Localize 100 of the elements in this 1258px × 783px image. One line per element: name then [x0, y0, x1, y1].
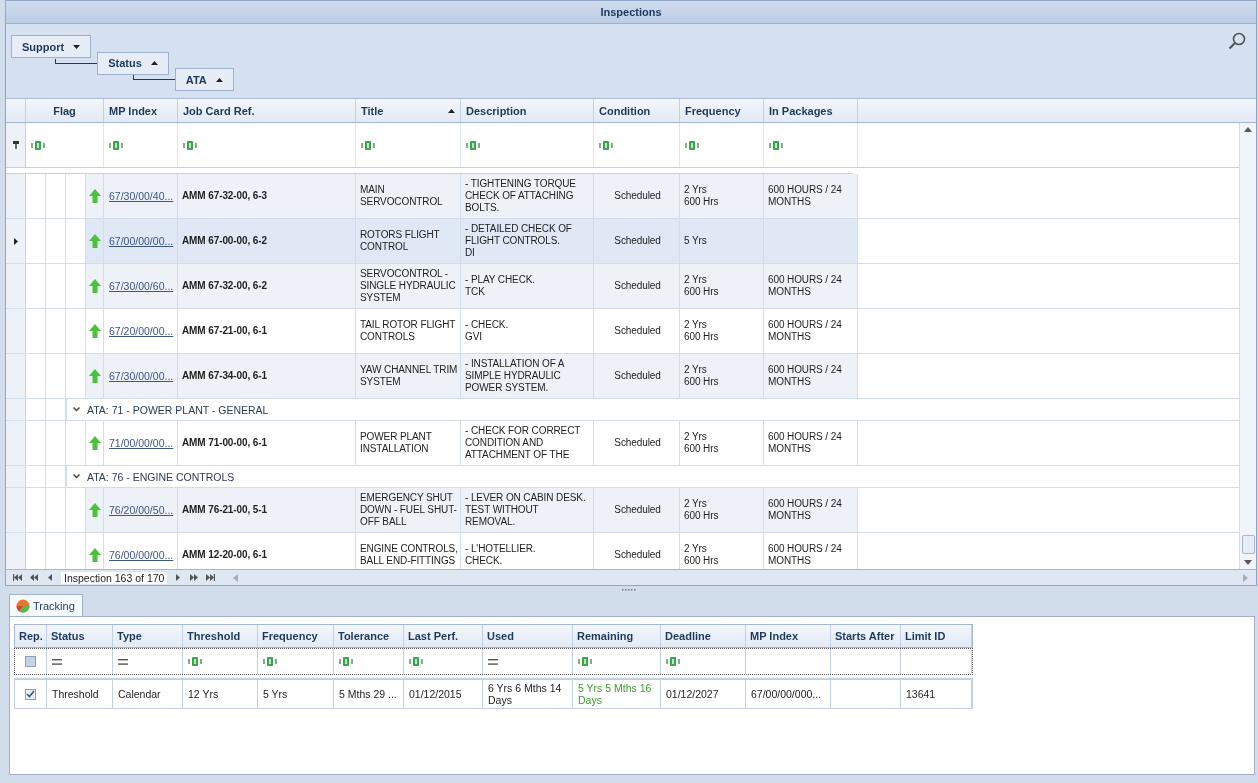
filter-mode-icon[interactable] [188, 657, 202, 666]
column-header[interactable]: Starts After [831, 625, 901, 647]
search-icon[interactable] [1228, 32, 1246, 50]
column-header[interactable]: Rep. [15, 625, 47, 647]
mp-index-link[interactable]: 67/20/00/00... [109, 325, 174, 337]
filter-mode-icon[interactable] [263, 657, 277, 666]
table-cell: 12 Yrs [188, 688, 219, 700]
column-header[interactable]: Job Card Ref. [178, 99, 356, 122]
table-cell: 2 Yrs 600 Hrs [680, 309, 764, 353]
up-arrow-icon [88, 503, 101, 517]
equals-icon[interactable] [118, 658, 128, 665]
filter-checkbox[interactable] [25, 656, 36, 667]
group-by-chip[interactable]: Support [11, 35, 92, 58]
table-row[interactable]: 71/00/00/00... AMM 71-00-00, 6-1 POWER PLANT INSTALLATION - CHECK FOR CORRECT CONDITION AND ATTACHMENT OF THE Scheduled 2 Yrs 600 Hrs 600 HOURS / 24 MONTHS [6, 421, 1239, 466]
table-cell: 01/12/2027 [666, 688, 719, 700]
table-cell: Scheduled [594, 264, 680, 308]
table-cell: POWER PLANT INSTALLATION [356, 421, 461, 465]
table-row[interactable]: 67/30/00/40... AMM 67-32-00, 6-3 MAIN SERVOCONTROL - TIGHTENING TORQUE CHECK OF ATTACHING BOLTS. Scheduled 2 Yrs 600 Hrs 600 HOURS / 24 MONTHS [6, 174, 1239, 219]
table-cell: 600 HOURS / 24 MONTHS [764, 264, 858, 308]
up-arrow-icon [88, 279, 101, 293]
filter-mode-icon[interactable] [466, 140, 480, 150]
filter-mode-icon[interactable] [578, 657, 592, 666]
filter-mode-icon[interactable] [183, 140, 197, 150]
filter-mode-icon[interactable] [409, 657, 423, 666]
column-header[interactable]: Deadline [661, 625, 746, 647]
table-cell: ROTORS FLIGHT CONTROL [356, 219, 461, 263]
scroll-left-icon[interactable] [233, 573, 239, 582]
column-header[interactable]: In Packages [764, 99, 858, 122]
scroll-up-icon[interactable] [1244, 127, 1252, 132]
mp-index-link[interactable]: 76/20/00/50... [109, 504, 174, 516]
table-cell-text: 6 Yrs 6 Mths 14 Days [488, 682, 563, 706]
scroll-down-icon[interactable] [1244, 560, 1252, 565]
table-cell: - TIGHTENING TORQUE CHECK OF ATTACHING BOLTS. [461, 174, 594, 218]
filter-mode-icon[interactable] [109, 140, 123, 150]
table-cell: Scheduled [594, 488, 680, 532]
scrollbar-thumb[interactable] [1241, 535, 1255, 554]
filter-mode-icon[interactable] [769, 140, 783, 150]
table-row[interactable]: 67/00/00/00... AMM 67-00-00, 6-2 ROTORS FLIGHT CONTROL - DETAILED CHECK OF FLIGHT CONTROLS. DI Scheduled 5 Yrs [6, 219, 1239, 264]
previous-page-icon[interactable] [29, 574, 39, 581]
filter-mode-icon[interactable] [31, 140, 45, 150]
last-record-icon[interactable] [205, 574, 216, 581]
filter-mode-icon[interactable] [685, 140, 699, 150]
column-header[interactable]: MP Index [746, 625, 831, 647]
chevron-icon[interactable] [73, 474, 80, 479]
table-cell: Scheduled [594, 174, 680, 218]
chevron-icon[interactable] [73, 407, 80, 412]
column-header[interactable]: Frequency [258, 625, 334, 647]
filter-mode-icon[interactable] [339, 657, 353, 666]
scroll-right-icon[interactable] [1243, 573, 1248, 582]
pin-icon [12, 141, 19, 149]
column-header[interactable]: Status [47, 625, 113, 647]
table-cell: 13641 [906, 688, 936, 700]
table-cell: YAW CHANNEL TRIM SYSTEM [356, 354, 461, 398]
table-row[interactable]: 67/20/00/00... AMM 67-21-00, 6-1 TAIL ROTOR FLIGHT CONTROLS - CHECK. GVI Scheduled 2 Yrs 600 Hrs 600 HOURS / 24 MONTHS [6, 309, 1239, 354]
column-header[interactable]: Tolerance [334, 625, 404, 647]
next-page-icon[interactable] [189, 574, 200, 581]
table-cell: AMM 67-00-00, 6-2 [178, 219, 356, 263]
previous-record-icon[interactable] [45, 574, 55, 581]
group-by-chip[interactable]: ATA [174, 68, 234, 91]
mp-index-link[interactable]: 76/00/00/00... [109, 549, 174, 561]
mp-index-link[interactable]: 71/00/00/00... [109, 437, 174, 449]
mp-index-link[interactable]: 67/30/00/60... [109, 280, 174, 292]
table-cell: - DETAILED CHECK OF FLIGHT CONTROLS. DI [461, 219, 594, 263]
column-header[interactable]: Title [356, 99, 461, 122]
filter-mode-icon[interactable] [666, 657, 680, 666]
column-header[interactable]: Last Perf. [404, 625, 483, 647]
column-header[interactable]: Limit ID [901, 625, 972, 647]
table-cell: AMM 67-32-00, 6-2 [178, 264, 356, 308]
mp-index-link[interactable]: 67/30/00/00... [109, 370, 174, 382]
first-record-icon[interactable] [13, 574, 23, 581]
group-header[interactable]: ATA: 76 - ENGINE CONTROLS [87, 470, 235, 483]
tracking-tab[interactable]: Tracking [9, 594, 83, 616]
table-cell: 2 Yrs 600 Hrs [680, 354, 764, 398]
equals-icon[interactable] [488, 658, 498, 665]
table-cell: - PLAY CHECK. TCK [461, 264, 594, 308]
column-header[interactable]: Remaining [573, 625, 661, 647]
group-by-chip[interactable]: Status [97, 51, 169, 75]
table-row[interactable]: 76/20/00/50... AMM 76-21-00, 5-1 EMERGENCY SHUT DOWN - FUEL SHUT-OFF BALL - LEVER ON CABIN DESK. TEST WITHOUT REMOVAL. Scheduled 2 Yrs 600 Hrs 600 HOURS / 24 MONTHS [6, 488, 1239, 533]
table-cell: AMM 67-21-00, 6-1 [178, 309, 356, 353]
column-header[interactable]: MP Index [104, 99, 178, 122]
equals-icon[interactable] [52, 658, 62, 665]
column-header[interactable]: Flag [26, 99, 104, 122]
table-cell: 5 Yrs [680, 219, 764, 263]
mp-index-link[interactable]: 67/30/00/40... [109, 190, 174, 202]
table-cell: EMERGENCY SHUT DOWN - FUEL SHUT-OFF BALL [356, 488, 461, 532]
table-cell: - CHECK FOR CORRECT CONDITION AND ATTACHMENT OF THE [461, 421, 594, 465]
column-header[interactable]: Type [113, 625, 183, 647]
filter-mode-icon[interactable] [361, 140, 375, 150]
column-header[interactable]: Frequency [680, 99, 764, 122]
mp-index-link[interactable]: 67/00/00/00... [109, 235, 174, 247]
checkbox[interactable] [25, 688, 36, 700]
table-cell: 5 Mths 29 ... [339, 688, 397, 700]
group-header[interactable]: ATA: 71 - POWER PLANT - GENERAL [87, 403, 269, 416]
filter-mode-icon[interactable] [599, 140, 613, 150]
column-header[interactable]: Threshold [183, 625, 258, 647]
column-header[interactable]: Description [461, 99, 594, 122]
column-header[interactable]: Used [483, 625, 573, 647]
table-cell: Calendar [118, 688, 161, 700]
table-cell: 600 HOURS / 24 MONTHS [764, 488, 858, 532]
column-header[interactable]: Condition [594, 99, 680, 122]
